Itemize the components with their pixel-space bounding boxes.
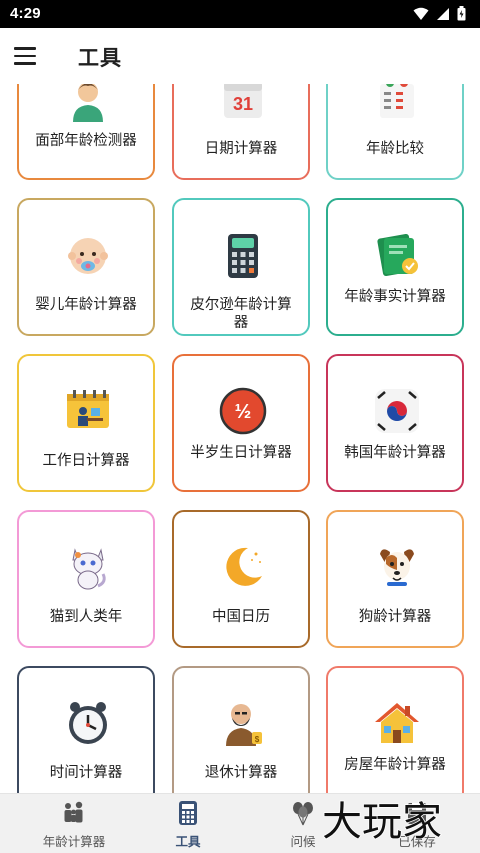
tool-card-half-birthday[interactable]: ½ 半岁生日计算器 [172,354,310,492]
house-icon [375,703,419,743]
nav-age-calculator[interactable]: 年龄计算器 [14,794,134,853]
svg-text:$: $ [255,735,260,744]
tool-card-pearson-age[interactable]: 皮尔逊年龄计算器 [172,198,310,336]
nav-label: 年龄计算器 [42,835,106,849]
half-birthday-icon: ½ [219,387,267,435]
balloons-icon [293,802,313,826]
tool-label: 年龄比较 [366,141,424,157]
tool-card-baby-age[interactable]: 婴儿年龄计算器 [17,198,155,336]
tool-card-date[interactable]: 31 日期计算器 [172,84,310,180]
certificate-icon [377,233,418,277]
compare-icon [380,84,414,118]
tool-card-time[interactable]: 时间计算器 [17,666,155,793]
tool-card-retirement[interactable]: $ 退休计算器 [172,666,310,793]
app-bar: 工具 [0,28,480,84]
moon-icon [226,547,262,586]
face-age-icon [73,84,103,122]
tool-label: 婴儿年龄计算器 [35,297,137,313]
clock-icon [69,702,107,744]
svg-text:大玩家: 大玩家 [322,799,442,843]
family-icon [64,801,83,823]
tool-card-age-compare[interactable]: 年龄比较 [326,84,464,180]
tool-label: 面部年龄检测器 [35,133,137,149]
tool-label: 工作日计算器 [42,453,130,469]
tool-label: 时间计算器 [49,765,123,781]
baby-icon [68,238,108,274]
signal-icon [437,7,449,20]
watermark-logo: 大玩家 [322,798,443,843]
tool-label: 退休计算器 [204,765,278,781]
workday-icon [67,390,109,428]
tool-label: 狗龄计算器 [358,609,432,625]
svg-text:½: ½ [235,401,252,423]
tools-grid[interactable]: 面部年龄检测器 31 日期计算器 年龄比较 婴儿年龄计算器 皮尔逊年龄计算器 年… [0,84,480,793]
tool-label: 猫到人类年 [49,609,123,625]
calculator-icon [179,801,197,825]
tool-label: 年龄事实计算器 [344,289,446,305]
korea-flag-icon [375,389,419,433]
tool-label: 日期计算器 [204,141,278,157]
tool-card-face-age[interactable]: 面部年龄检测器 [17,84,155,180]
tool-label: 房屋年龄计算器 [344,757,446,773]
tool-card-dog-age[interactable]: 狗龄计算器 [326,510,464,648]
tool-card-house-age[interactable]: 房屋年龄计算器 [326,666,464,793]
status-icons [413,6,466,21]
tool-card-workday[interactable]: 工作日计算器 [17,354,155,492]
tool-card-age-facts[interactable]: 年龄事实计算器 [326,198,464,336]
status-bar: 4:29 [0,0,480,28]
calculator-icon [228,234,258,278]
page-title: 工具 [78,47,122,70]
tool-label: 皮尔逊年龄计算器 [190,297,292,331]
battery-icon [457,6,466,21]
calendar-icon: 31 [224,84,262,118]
dog-icon [380,549,414,586]
wifi-icon [413,7,429,20]
tool-card-korean-age[interactable]: 韩国年龄计算器 [326,354,464,492]
retirement-icon: $ [226,704,262,746]
menu-icon[interactable] [14,42,44,70]
nav-tools[interactable]: 工具 [128,794,248,853]
cat-icon [72,548,106,590]
nav-label: 工具 [175,835,201,849]
tool-label: 中国日历 [212,609,270,625]
tool-card-cat-years[interactable]: 猫到人类年 [17,510,155,648]
tool-label: 半岁生日计算器 [190,445,292,461]
tool-label: 韩国年龄计算器 [344,445,446,461]
status-time: 4:29 [10,5,41,22]
svg-text:31: 31 [233,94,253,114]
tool-card-chinese-calendar[interactable]: 中国日历 [172,510,310,648]
